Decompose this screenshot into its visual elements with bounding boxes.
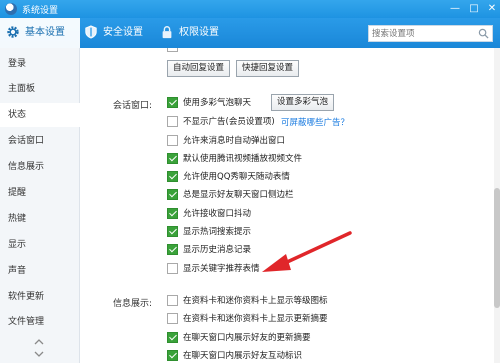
chevron-down-icon[interactable] [33,350,45,358]
option-label: 允许来消息时自动弹出窗口 [183,136,286,146]
option-label: 不显示广告(会员设置项) [183,117,275,127]
sidebar-item-hotkey[interactable]: 热键 [0,207,80,231]
checkbox[interactable] [167,208,178,219]
shield-icon [85,25,97,39]
tab-permission-settings-label: 权限设置 [179,27,219,38]
sidebar-item-file-management[interactable]: 文件管理 [0,310,80,334]
clipped-checkbox [167,48,178,52]
option-label: 显示历史消息记录 [183,245,252,255]
chevron-up-icon[interactable] [33,338,45,346]
checkbox[interactable] [167,116,178,127]
settings-search-box [368,25,493,42]
tab-basic-settings[interactable]: 基本设置 [0,18,80,48]
option-label: 总是显示好友聊天窗口侧边栏 [183,190,294,200]
checkbox[interactable] [167,350,178,361]
sidebar-item-main-panel[interactable]: 主面板 [0,77,80,101]
sidebar-item-info-display[interactable]: 信息展示 [0,155,80,179]
tab-basic-settings-label: 基本设置 [25,27,65,38]
settings-sidebar: 登录 主面板 状态 会话窗口 信息展示 提醒 热键 显示 声音 软件更新 文件管… [0,48,80,363]
option-label: 在资料卡和迷你资料卡上显示等级图标 [183,296,328,306]
tab-permission-settings[interactable]: 权限设置 [160,18,219,48]
checkbox[interactable] [167,153,178,164]
option-label: 在聊天窗口内展示好友互动标识 [183,351,303,361]
checkbox[interactable] [167,244,178,255]
option-label: 默认使用腾讯视频播放视频文件 [183,154,303,164]
sidebar-item-display[interactable]: 显示 [0,233,80,257]
checkbox[interactable] [167,135,178,146]
gear-icon [7,26,19,38]
qq-logo-icon [5,3,17,15]
minimize-button[interactable]: — [447,1,463,16]
maximize-button[interactable]: □ [466,1,482,16]
settings-tab-bar: 基本设置 安全设置 权限设置 [0,18,500,48]
tab-security-settings-label: 安全设置 [103,27,143,38]
sidebar-item-login[interactable]: 登录 [0,52,80,76]
close-button[interactable]: ✕ [484,1,500,16]
checkbox[interactable] [167,295,178,306]
window-title: 系统设置 [22,6,59,16]
set-colorful-bubble-button[interactable]: 设置多彩气泡 [271,94,335,111]
settings-content: 自动回复设置 快捷回复设置 会话窗口: 使用多彩气泡聊天 设置多彩气泡 不显示广… [81,48,500,363]
option-label: 在聊天窗口内展示好友的更新摘要 [183,333,311,343]
option-label: 显示热词搜索提示 [183,227,252,237]
auto-reply-settings-button[interactable]: 自动回复设置 [167,60,231,77]
checkbox[interactable] [167,332,178,343]
vertical-scrollbar[interactable] [494,48,500,363]
checkbox[interactable] [167,263,178,274]
quick-reply-settings-button[interactable]: 快捷回复设置 [236,60,300,77]
search-input[interactable] [372,27,472,40]
sidebar-item-software-update[interactable]: 软件更新 [0,285,80,309]
session-window-section-label: 会话窗口: [113,101,153,111]
option-label: 使用多彩气泡聊天 [183,98,252,108]
sidebar-item-status[interactable]: 状态 [0,103,80,127]
tab-security-settings[interactable]: 安全设置 [84,18,143,48]
sidebar-item-session-window[interactable]: 会话窗口 [0,129,80,153]
option-label: 显示关键字推荐表情 [183,264,260,274]
lock-icon [162,26,172,39]
title-bar: 系统设置 — □ ✕ [0,0,500,18]
sidebar-item-sound[interactable]: 声音 [0,259,80,283]
option-label: 允许接收窗口抖动 [183,209,252,219]
clipped-previous-row [167,48,307,53]
search-icon[interactable] [478,28,489,39]
info-display-section-label: 信息展示: [113,299,153,309]
checkbox[interactable] [167,189,178,200]
checkbox[interactable] [167,313,178,324]
checkbox[interactable] [167,171,178,182]
checkbox[interactable] [167,97,178,108]
option-label: 允许使用QQ秀聊天随动表情 [183,172,290,182]
blockable-ads-link[interactable]: 可屏蔽哪些广告？ [281,116,349,128]
option-label: 在资料卡和迷你资料卡上显示更新摘要 [183,314,328,324]
scrollbar-thumb[interactable] [494,188,500,308]
sidebar-item-reminder[interactable]: 提醒 [0,181,80,205]
checkbox[interactable] [167,226,178,237]
